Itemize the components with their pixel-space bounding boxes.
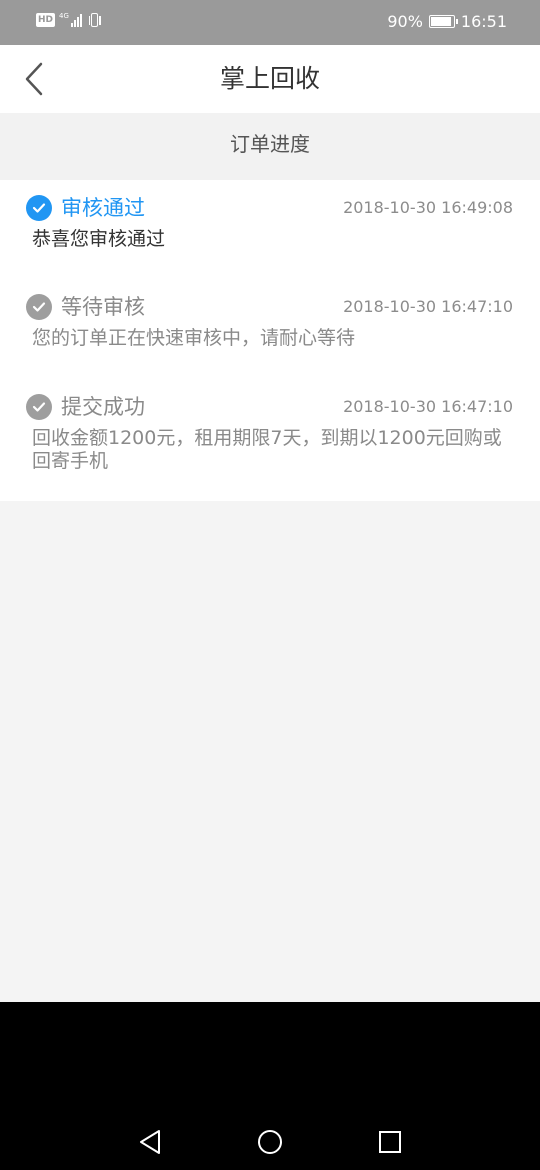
timeline-description: 恭喜您审核通过: [32, 228, 166, 250]
triangle-back-icon: [140, 1130, 160, 1154]
timeline-time: 2018-10-30 16:47:10: [343, 397, 513, 416]
nav-header: 掌上回收: [0, 45, 540, 113]
timeline-status: 审核通过: [61, 196, 145, 220]
system-home-button[interactable]: [248, 1120, 292, 1164]
timeline-time: 2018-10-30 16:49:08: [343, 198, 513, 217]
timeline-description: 回收金额1200元，租用期限7天，到期以1200元回购或回寄手机: [32, 427, 502, 472]
check-circle-icon: [26, 195, 52, 221]
status-right: 90% 16:51: [387, 12, 507, 31]
status-indicators: HD 4G: [36, 13, 101, 27]
clock: 16:51: [460, 12, 507, 31]
hd-badge: HD: [36, 13, 56, 27]
timeline-status: 提交成功: [61, 395, 145, 419]
network-type-label: 4G: [59, 12, 69, 20]
battery-percent: 90%: [387, 12, 423, 31]
timeline-time: 2018-10-30 16:47:10: [343, 297, 513, 316]
signal-icon: 4G: [59, 13, 82, 27]
check-circle-icon: [26, 294, 52, 320]
timeline-description: 您的订单正在快速审核中，请耐心等待: [32, 327, 356, 349]
battery-icon: [428, 15, 458, 28]
timeline-status: 等待审核: [61, 295, 145, 319]
system-navigation-bar: [0, 1002, 540, 1170]
square-recents-icon: [379, 1131, 401, 1153]
vibrate-icon: [88, 13, 101, 27]
system-back-button[interactable]: [128, 1120, 172, 1164]
system-recents-button[interactable]: [368, 1120, 412, 1164]
status-bar: HD 4G 90% 16:51: [0, 0, 540, 45]
check-circle-icon: [26, 394, 52, 420]
order-progress-timeline: 审核通过 2018-10-30 16:49:08 恭喜您审核通过 等待审核 20…: [0, 180, 540, 501]
page-title: 掌上回收: [219, 64, 320, 93]
circle-home-icon: [258, 1130, 282, 1154]
section-title: 订单进度: [0, 113, 540, 180]
